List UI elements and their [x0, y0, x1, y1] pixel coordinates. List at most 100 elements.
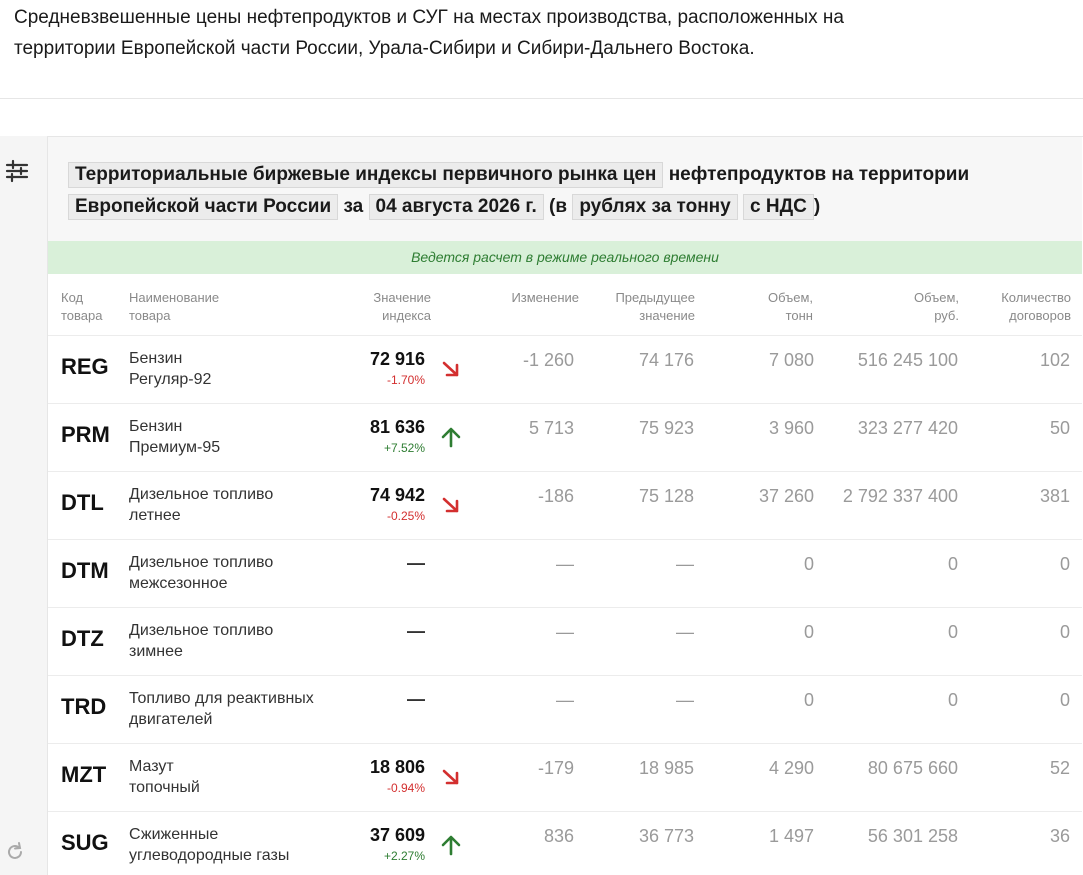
side-toolbar [0, 136, 48, 875]
sliders-icon[interactable] [4, 158, 30, 184]
panel-title: Территориальные биржевые индексы первичн… [68, 159, 1068, 223]
index-change-percent: -0.94% [386, 781, 425, 795]
trend-up-icon [441, 835, 461, 856]
col-header-vol-t: Объем, тонн [767, 290, 813, 323]
col-header-vol-rub: Объем, руб. [913, 290, 959, 323]
change-value: -186 [537, 486, 574, 506]
product-name-line-1: Бензин [129, 350, 183, 367]
index-value: 18 806 [369, 757, 425, 777]
change-value: — [556, 554, 574, 574]
product-name[interactable]: Сжиженные углеводородные газы [129, 824, 289, 866]
volume-tonnes: 0 [803, 690, 814, 710]
table-row[interactable]: DTL Дизельное топливо летнее 74 942 -0.25% -1… [48, 471, 1082, 539]
volume-rubles: 0 [947, 554, 958, 574]
index-type-select[interactable]: Территориальные биржевые индексы первичн… [68, 162, 664, 188]
change-value: -179 [537, 758, 574, 778]
product-name-line-1: Сжиженные [129, 826, 219, 843]
product-code[interactable]: DTL [61, 490, 104, 516]
table-row[interactable]: DTZ Дизельное топливо зимнее — — — 0 0 0 [48, 607, 1082, 675]
product-code[interactable]: SUG [61, 830, 109, 856]
intro-divider [0, 98, 1083, 99]
product-code[interactable]: PRM [61, 422, 110, 448]
index-value: 74 942 [369, 485, 425, 505]
change-value: — [556, 690, 574, 710]
index-value: — [407, 553, 425, 573]
product-name-line-1: Дизельное топливо [129, 554, 274, 571]
index-value: 72 916 [369, 349, 425, 369]
region-select[interactable]: Европейской части России [68, 194, 339, 220]
previous-value: — [676, 622, 694, 642]
volume-tonnes: 3 960 [768, 418, 814, 438]
intro-line-1: Средневзвешенные цены нефтепродуктов и С… [14, 7, 844, 28]
contracts-count: 0 [1059, 622, 1070, 642]
previous-value: — [676, 690, 694, 710]
volume-rubles: 80 675 660 [867, 758, 958, 778]
col-header-contracts: Количество договоров [1001, 290, 1071, 323]
product-name[interactable]: Мазут топочный [129, 756, 200, 798]
col-header-name: Наименование товара [129, 290, 220, 323]
index-change-percent: +7.52% [383, 441, 425, 455]
product-name-line-2: летнее [129, 507, 181, 524]
index-change-percent: +2.27% [383, 849, 425, 863]
change-value: 836 [543, 826, 574, 846]
table-row[interactable]: DTM Дизельное топливо межсезонное — — — 0 0 0 [48, 539, 1082, 607]
index-value: 37 609 [369, 825, 425, 845]
previous-value: 74 176 [638, 350, 694, 370]
refresh-icon[interactable] [4, 841, 26, 863]
trend-down-icon [442, 361, 459, 377]
contracts-count: 381 [1039, 486, 1070, 506]
product-code[interactable]: DTZ [61, 626, 104, 652]
volume-rubles: 0 [947, 622, 958, 642]
change-value: -1 260 [522, 350, 574, 370]
unit-select[interactable]: рублях за тонну [572, 194, 738, 220]
product-code[interactable]: TRD [61, 694, 106, 720]
product-name-line-2: топочный [129, 779, 200, 796]
title-text-za: за [343, 196, 364, 217]
vat-select[interactable]: с НДС [743, 194, 814, 220]
product-name-line-2: межсезонное [129, 575, 228, 592]
index-change-percent: -0.25% [386, 509, 425, 523]
product-name[interactable]: Дизельное топливо межсезонное [129, 552, 273, 594]
col-header-index: Значение индекса [373, 290, 431, 323]
product-name-line-2: Регуляр-92 [129, 371, 212, 388]
index-panel: Территориальные биржевые индексы первичн… [48, 136, 1083, 875]
volume-rubles: 516 245 100 [857, 350, 958, 370]
contracts-count: 0 [1059, 690, 1070, 710]
date-select[interactable]: 04 августа 2026 г. [368, 194, 544, 220]
product-name[interactable]: Дизельное топливо зимнее [129, 620, 273, 662]
index-value: 81 636 [369, 417, 425, 437]
product-code[interactable]: DTM [61, 558, 109, 584]
trend-up-icon [441, 427, 461, 448]
title-paren-close: ) [813, 196, 821, 217]
product-name-line-1: Бензин [129, 418, 183, 435]
volume-tonnes: 37 260 [758, 486, 814, 506]
panel-header: Территориальные биржевые индексы первичн… [48, 137, 1082, 241]
col-header-code: Код товара [61, 290, 103, 323]
trend-down-icon [442, 769, 459, 785]
table-row[interactable]: TRD Топливо для реактивных двигателей — — — 0 0… [48, 675, 1082, 743]
product-code[interactable]: REG [61, 354, 109, 380]
product-name-line-1: Мазут [129, 758, 174, 775]
product-name-line-1: Дизельное топливо [129, 622, 274, 639]
previous-value: 75 128 [638, 486, 694, 506]
product-name[interactable]: Бензин Премиум-95 [129, 416, 220, 458]
table-row[interactable]: REG Бензин Регуляр-92 72 916 -1.70% -1 260 74 … [48, 335, 1082, 403]
volume-tonnes: 1 497 [768, 826, 814, 846]
volume-rubles: 323 277 420 [857, 418, 958, 438]
change-value: — [556, 622, 574, 642]
product-name[interactable]: Бензин Регуляр-92 [129, 348, 211, 390]
col-header-prev: Предыдущее значение [615, 290, 695, 323]
volume-tonnes: 0 [803, 622, 814, 642]
intro-line-2: территории Европейской части России, Ура… [14, 38, 755, 59]
previous-value: 18 985 [638, 758, 694, 778]
table-row[interactable]: PRM Бензин Премиум-95 81 636 +7.52% 5 713 75 9… [48, 403, 1082, 471]
product-name[interactable]: Дизельное топливо летнее [129, 484, 273, 526]
product-name[interactable]: Топливо для реактивных двигателей [129, 688, 314, 730]
product-code[interactable]: MZT [61, 762, 106, 788]
volume-rubles: 56 301 258 [867, 826, 958, 846]
table-row[interactable]: SUG Сжиженные углеводородные газы 37 609 +2.… [48, 811, 1082, 875]
table-row[interactable]: MZT Мазут топочный 18 806 -0.94% -179 18 985 4 … [48, 743, 1082, 811]
product-name-line-2: Премиум-95 [129, 439, 221, 456]
contracts-count: 52 [1049, 758, 1070, 778]
contracts-count: 0 [1059, 554, 1070, 574]
